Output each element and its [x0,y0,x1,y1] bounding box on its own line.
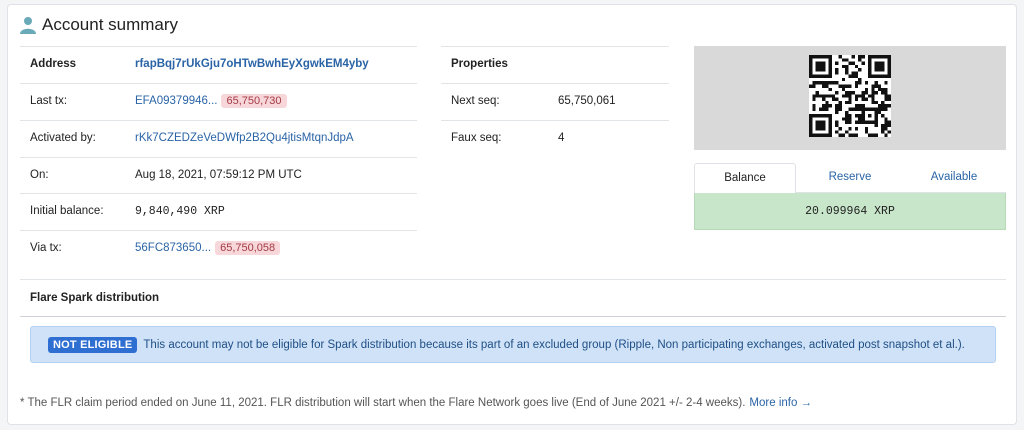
address-label: Address [30,58,77,70]
divider [20,193,417,194]
ledger-badge[interactable]: 65,750,730 [221,94,287,108]
flare-section-title: Flare Spark distribution [30,292,160,304]
divider [20,157,417,158]
page-title: Account summary [42,15,179,34]
divider [20,230,417,231]
divider [441,83,669,84]
activated-by-link[interactable]: rKk7CZEDZeVeDWfp2B2Qu4jtisMtqnJdpA [135,132,354,144]
eligibility-message: This account may not be eligible for Spa… [143,338,965,351]
user-icon [20,17,36,34]
ledger-badge[interactable]: 65,750,058 [215,241,281,255]
divider [20,279,1006,280]
initial-balance-value: 9,840,490 XRP [135,205,225,218]
balance-value-box: 20.099964 XRP [694,193,1006,230]
balance-tabs: Balance Reserve Available [694,163,1006,194]
divider [20,83,417,84]
divider [441,46,669,47]
faux-seq-value: 4 [558,132,565,144]
qr-panel [694,46,1006,150]
tab-reserve[interactable]: Reserve [798,163,902,193]
balance-value: 20.099964 XRP [805,204,895,218]
on-value: Aug 18, 2021, 07:59:12 PM UTC [135,169,302,181]
next-seq-label: Next seq: [451,95,500,107]
address-link[interactable]: rfapBqj7rUkGju7oHTwBwhEyXgwkEM4yby [135,58,369,70]
initial-balance-label: Initial balance: [30,205,104,217]
divider [20,46,417,47]
account-summary-card: Account summary Address rfapBqj7rUkGju7o… [7,4,1017,425]
activated-by-label: Activated by: [30,132,96,144]
qr-code[interactable] [809,55,891,137]
properties-title: Properties [451,58,508,70]
on-label: On: [30,169,49,181]
via-tx-value: 56FC873650... 65,750,058 [135,241,281,255]
eligibility-alert: NOT ELIGIBLE This account may not be eli… [30,326,996,363]
next-seq-value: 65,750,061 [558,95,616,107]
divider [20,316,1006,317]
last-tx-link[interactable]: EFA09379946... [135,95,217,107]
last-tx-label: Last tx: [30,95,68,107]
divider [441,120,669,121]
more-info-link[interactable]: More info → [749,397,812,409]
footnote: * The FLR claim period ended on June 11,… [20,397,812,409]
not-eligible-badge: NOT ELIGIBLE [48,336,138,353]
card-header: Account summary [20,15,178,35]
via-tx-link[interactable]: 56FC873650... [135,242,211,254]
tab-available[interactable]: Available [902,163,1006,193]
footnote-text: * The FLR claim period ended on June 11,… [20,397,746,409]
divider [20,120,417,121]
last-tx-value: EFA09379946... 65,750,730 [135,94,287,108]
via-tx-label: Via tx: [30,242,62,254]
faux-seq-label: Faux seq: [451,132,502,144]
tab-balance[interactable]: Balance [694,163,796,194]
